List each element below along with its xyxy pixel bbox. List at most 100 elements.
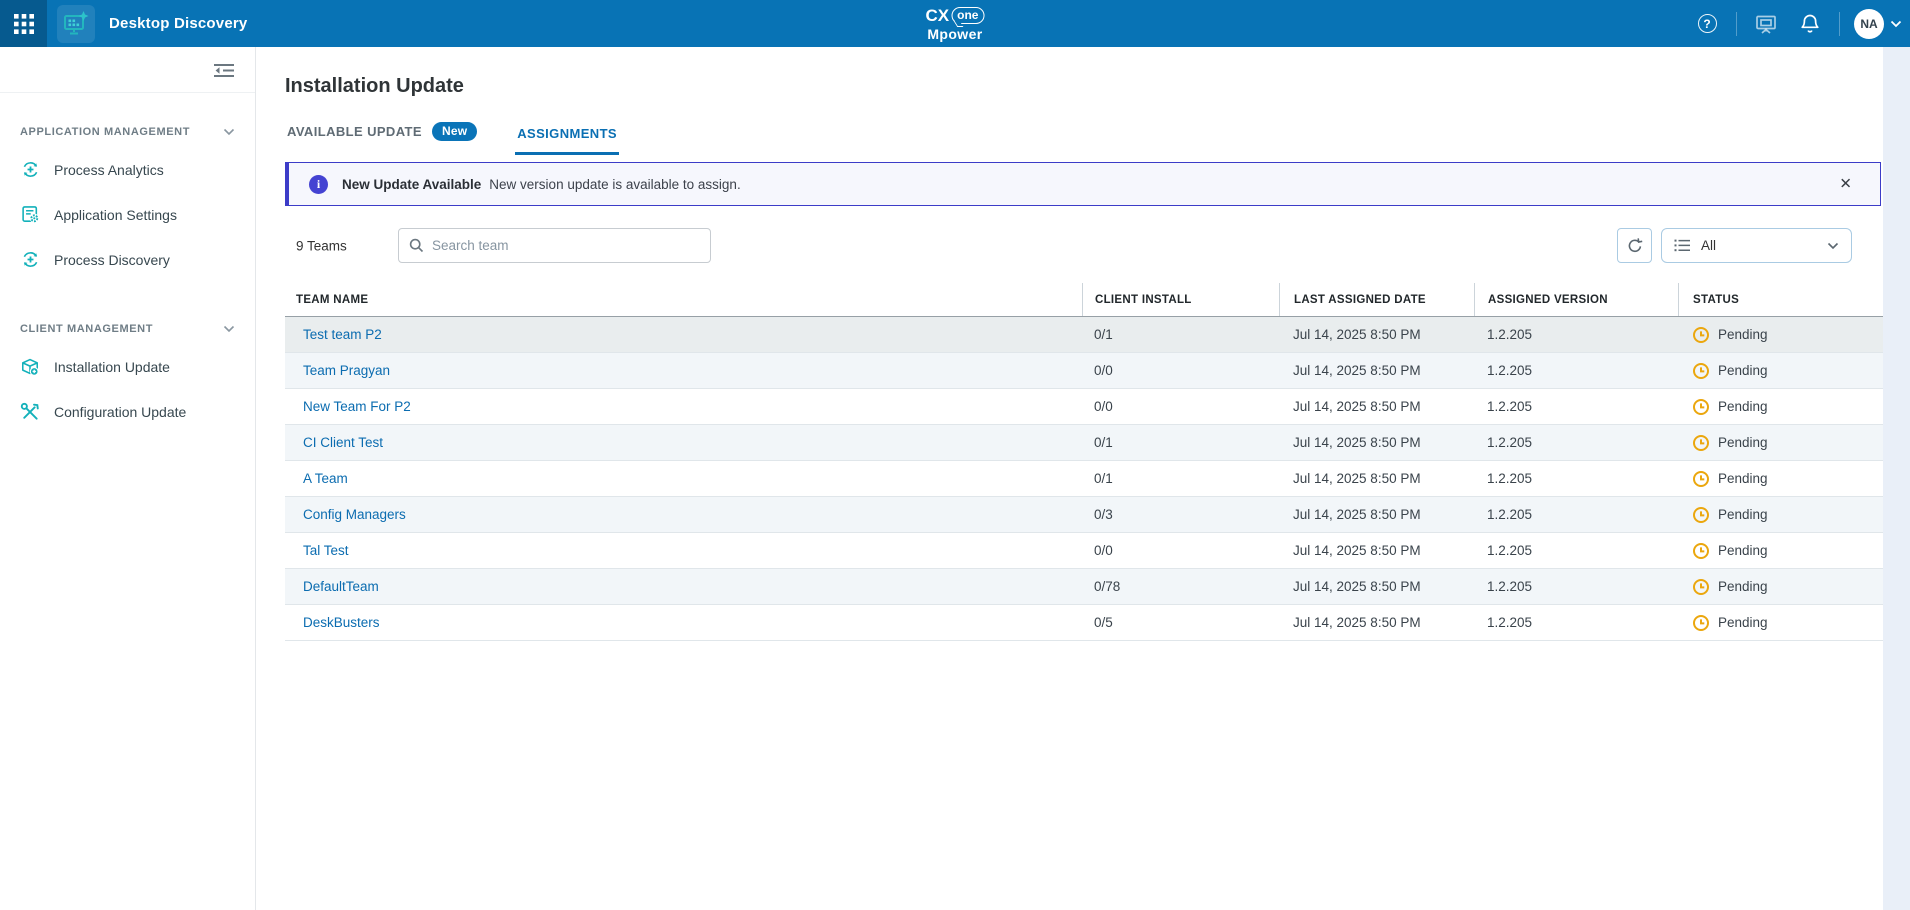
tab-assignments[interactable]: ASSIGNMENTS <box>515 126 619 155</box>
banner-close-button[interactable]: ✕ <box>1839 177 1852 192</box>
last-assigned-date-value: Jul 14, 2025 8:50 PM <box>1279 425 1474 460</box>
process-analytics-icon <box>20 160 40 180</box>
sidebar-item-label: Configuration Update <box>54 404 186 420</box>
chevron-down-icon <box>1827 242 1839 250</box>
status-cell: Pending <box>1678 569 1883 604</box>
banner-message: New version update is available to assig… <box>489 177 740 192</box>
table-header-row: TEAM NAME CLIENT INSTALL LAST ASSIGNED D… <box>285 283 1883 317</box>
table-toolbar: 9 Teams <box>285 228 1881 263</box>
assigned-version-value: 1.2.205 <box>1474 569 1678 604</box>
status-label: Pending <box>1718 399 1768 414</box>
sidebar-item-configuration-update[interactable]: Configuration Update <box>0 389 255 434</box>
tab-available-update[interactable]: AVAILABLE UPDATE New <box>285 122 479 155</box>
pending-clock-icon <box>1692 326 1710 344</box>
sidebar-collapse-button[interactable] <box>211 58 237 82</box>
tab-label: ASSIGNMENTS <box>517 126 617 141</box>
table-row: Tal Test 0/0 Jul 14, 2025 8:50 PM 1.2.20… <box>285 533 1883 569</box>
sidebar-item-process-discovery[interactable]: Process Discovery <box>0 237 255 282</box>
search-input[interactable] <box>432 238 700 253</box>
pending-clock-icon <box>1692 506 1710 524</box>
team-name-link[interactable]: Team Pragyan <box>303 363 390 378</box>
team-name-link[interactable]: A Team <box>303 471 348 486</box>
team-name-link[interactable]: CI Client Test <box>303 435 383 450</box>
app-title: Desktop Discovery <box>109 15 247 32</box>
table-row: A Team 0/1 Jul 14, 2025 8:50 PM 1.2.205 … <box>285 461 1883 497</box>
notifications-button[interactable] <box>1795 9 1825 39</box>
status-label: Pending <box>1718 327 1768 342</box>
help-button[interactable]: ? <box>1692 9 1722 39</box>
pending-clock-icon <box>1692 542 1710 560</box>
assigned-version-value: 1.2.205 <box>1474 425 1678 460</box>
sidebar-section-client-management[interactable]: CLIENT MANAGEMENT <box>0 314 255 344</box>
column-header-assigned-version[interactable]: ASSIGNED VERSION <box>1474 283 1678 316</box>
client-install-value: 0/1 <box>1082 461 1279 496</box>
status-label: Pending <box>1718 615 1768 630</box>
team-name-link[interactable]: Test team P2 <box>303 327 382 342</box>
filter-selected-value: All <box>1701 238 1716 253</box>
chevron-down-icon <box>223 128 235 136</box>
pending-clock-icon <box>1692 434 1710 452</box>
sidebar-section-application-management[interactable]: APPLICATION MANAGEMENT <box>0 117 255 147</box>
assigned-version-value: 1.2.205 <box>1474 389 1678 424</box>
team-name-link[interactable]: Config Managers <box>303 507 406 522</box>
team-name-link[interactable]: DefaultTeam <box>303 579 379 594</box>
team-name-link[interactable]: DeskBusters <box>303 615 380 630</box>
cxone-mpower-logo: CXone Mpower <box>926 7 985 41</box>
column-header-team-name[interactable]: TEAM NAME <box>285 283 1082 316</box>
divider <box>1839 12 1840 36</box>
sidebar-item-installation-update[interactable]: Installation Update <box>0 344 255 389</box>
pending-clock-icon <box>1692 578 1710 596</box>
pending-clock-icon <box>1692 614 1710 632</box>
update-available-banner: i New Update Available New version updat… <box>285 162 1881 206</box>
screen: Desktop Discovery CXone Mpower ? <box>0 0 1910 910</box>
assigned-version-value: 1.2.205 <box>1474 533 1678 568</box>
status-label: Pending <box>1718 543 1768 558</box>
main-content: Installation Update AVAILABLE UPDATE New… <box>256 47 1883 910</box>
table-row: Test team P2 0/1 Jul 14, 2025 8:50 PM 1.… <box>285 317 1883 353</box>
user-menu[interactable]: NA <box>1854 9 1902 39</box>
sidebar-item-label: Application Settings <box>54 207 177 223</box>
sidebar: APPLICATION MANAGEMENT Process Analytics <box>0 47 256 910</box>
sidebar-item-process-analytics[interactable]: Process Analytics <box>0 147 255 192</box>
team-name-link[interactable]: New Team For P2 <box>303 399 411 414</box>
team-name-link[interactable]: Tal Test <box>303 543 349 558</box>
status-label: Pending <box>1718 471 1768 486</box>
app-launcher-button[interactable] <box>0 0 47 47</box>
section-label: APPLICATION MANAGEMENT <box>20 126 190 138</box>
column-header-status[interactable]: STATUS <box>1678 283 1883 316</box>
status-filter-dropdown[interactable]: All <box>1661 228 1852 263</box>
assigned-version-value: 1.2.205 <box>1474 605 1678 640</box>
banner-title: New Update Available <box>342 177 481 192</box>
client-install-value: 0/1 <box>1082 425 1279 460</box>
last-assigned-date-value: Jul 14, 2025 8:50 PM <box>1279 353 1474 388</box>
client-install-value: 0/0 <box>1082 533 1279 568</box>
column-header-client-install[interactable]: CLIENT INSTALL <box>1082 283 1279 316</box>
sidebar-item-application-settings[interactable]: Application Settings <box>0 192 255 237</box>
status-label: Pending <box>1718 363 1768 378</box>
bell-icon <box>1800 13 1820 34</box>
section-label: CLIENT MANAGEMENT <box>20 323 153 335</box>
info-icon: i <box>309 175 328 194</box>
logo-cx: CX <box>926 7 950 24</box>
refresh-button[interactable] <box>1617 228 1652 263</box>
client-install-value: 0/1 <box>1082 317 1279 352</box>
installation-update-icon <box>20 357 40 377</box>
pending-clock-icon <box>1692 398 1710 416</box>
client-install-value: 0/3 <box>1082 497 1279 532</box>
training-button[interactable] <box>1751 9 1781 39</box>
assignments-table: TEAM NAME CLIENT INSTALL LAST ASSIGNED D… <box>285 283 1883 641</box>
last-assigned-date-value: Jul 14, 2025 8:50 PM <box>1279 497 1474 532</box>
table-row: Team Pragyan 0/0 Jul 14, 2025 8:50 PM 1.… <box>285 353 1883 389</box>
presentation-icon <box>1755 14 1777 34</box>
column-header-last-assigned[interactable]: LAST ASSIGNED DATE <box>1279 283 1474 316</box>
assigned-version-value: 1.2.205 <box>1474 461 1678 496</box>
last-assigned-date-value: Jul 14, 2025 8:50 PM <box>1279 533 1474 568</box>
sidebar-header <box>0 47 255 93</box>
list-filter-icon <box>1674 238 1691 253</box>
last-assigned-date-value: Jul 14, 2025 8:50 PM <box>1279 389 1474 424</box>
table-body: Test team P2 0/1 Jul 14, 2025 8:50 PM 1.… <box>285 317 1883 641</box>
status-label: Pending <box>1718 435 1768 450</box>
last-assigned-date-value: Jul 14, 2025 8:50 PM <box>1279 605 1474 640</box>
logo-one-bubble: one <box>951 7 984 24</box>
search-icon <box>409 238 424 253</box>
